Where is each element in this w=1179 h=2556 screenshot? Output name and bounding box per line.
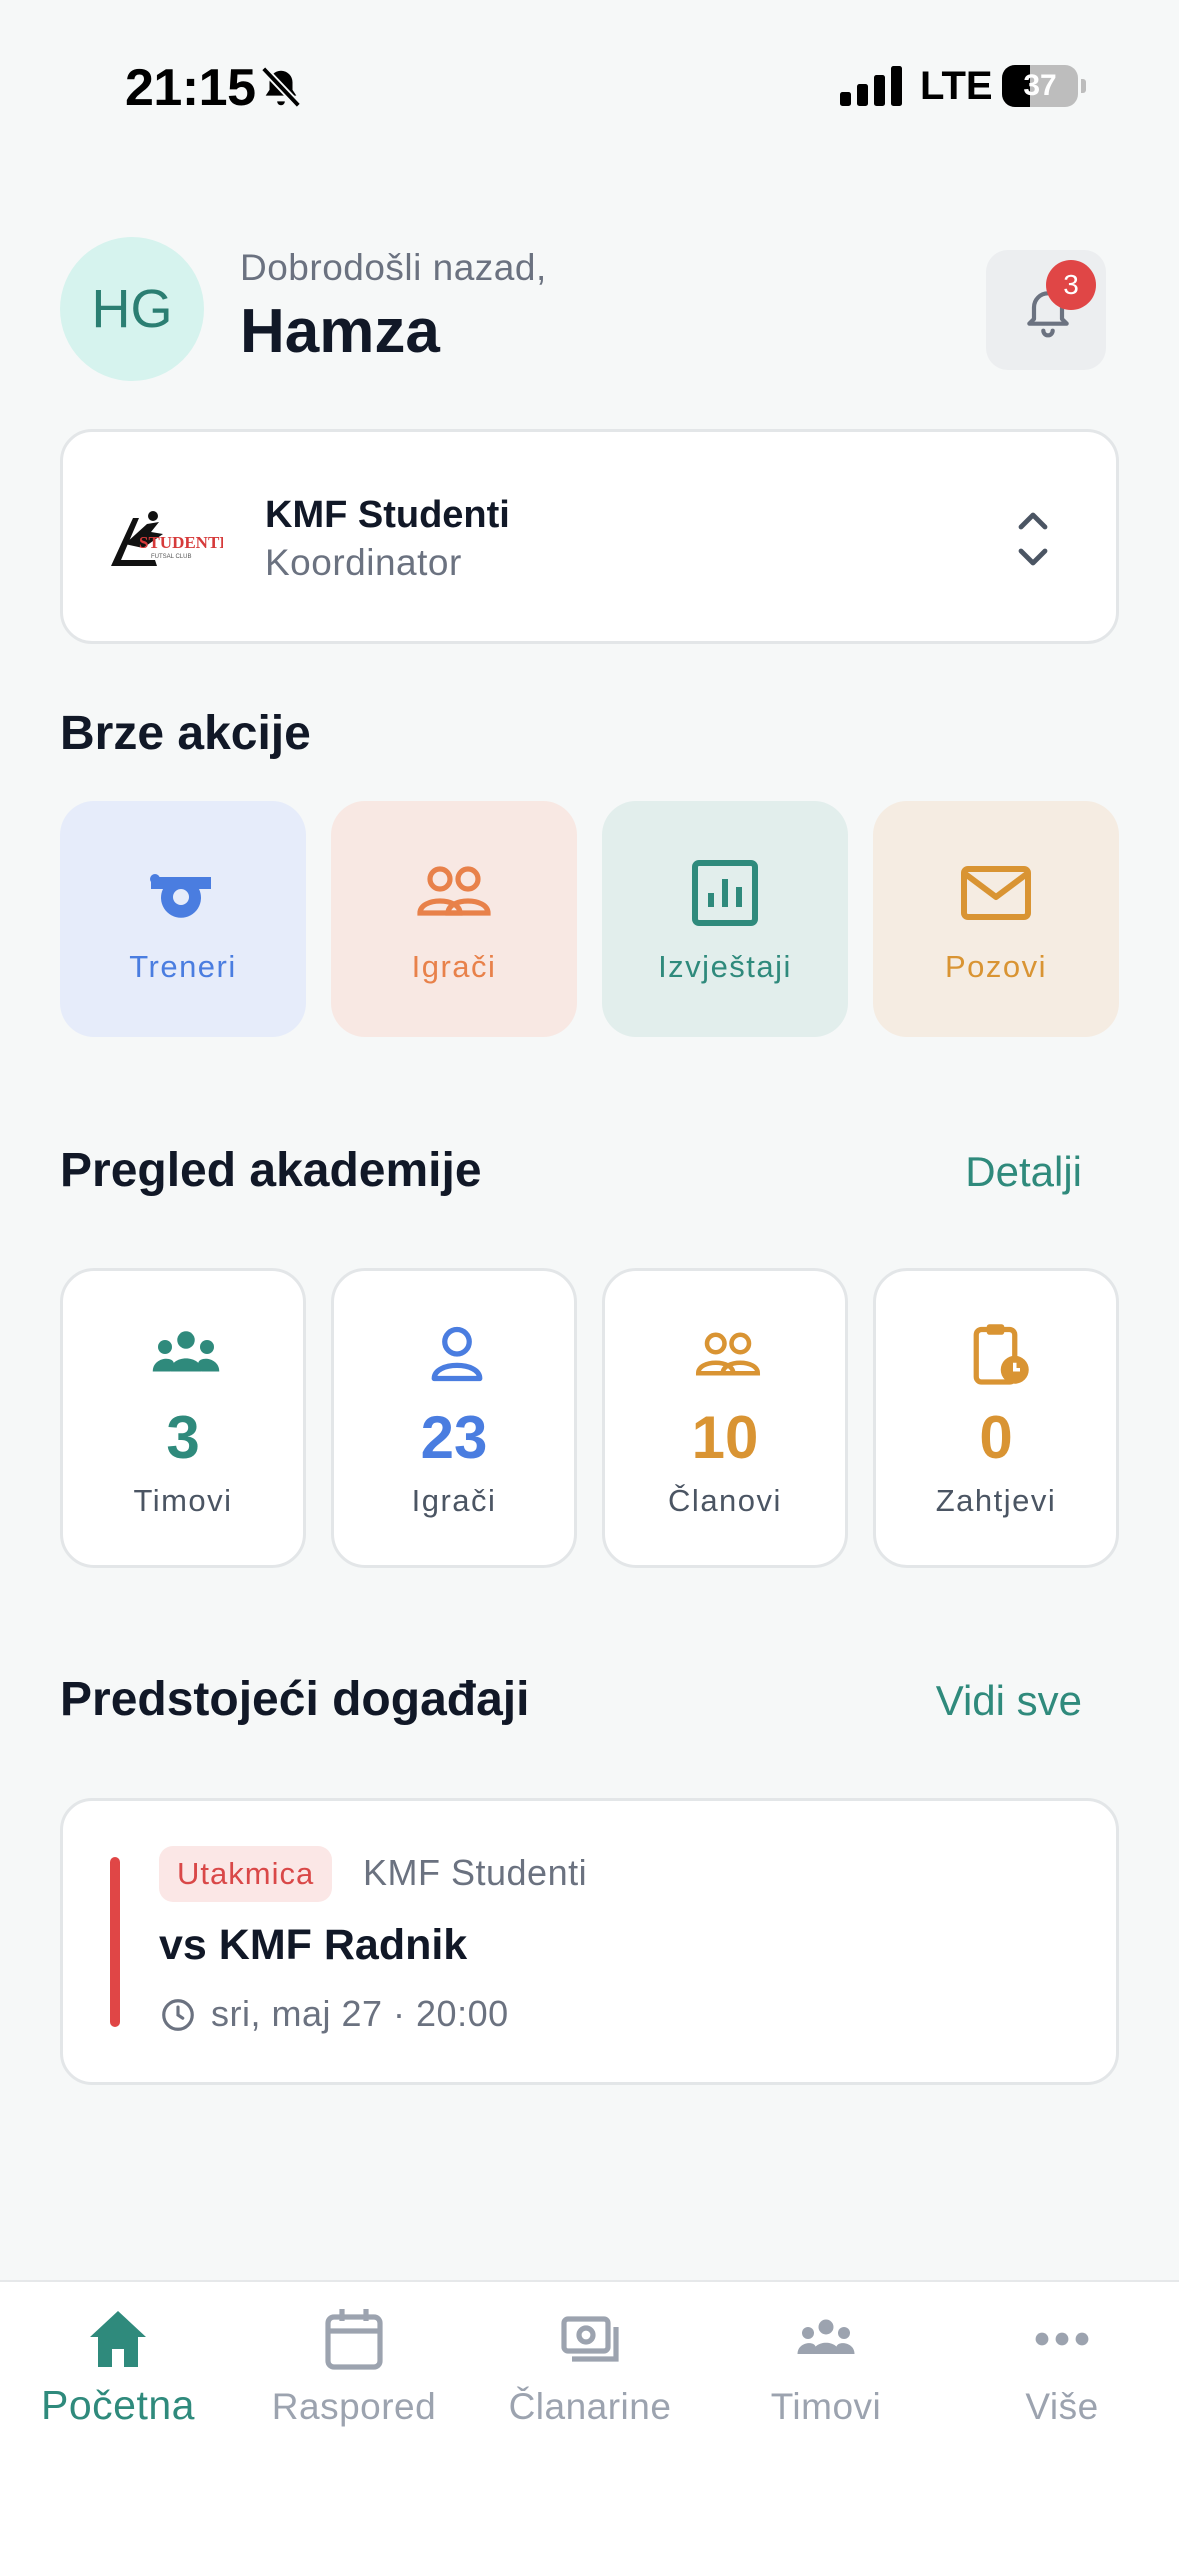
quick-action-label: Pozovi bbox=[944, 949, 1048, 984]
home-icon bbox=[90, 2311, 146, 2367]
quick-action-igraci[interactable]: Igrači bbox=[331, 801, 577, 1037]
stat-label: Članovi bbox=[668, 1483, 782, 1518]
nav-item-timovi[interactable]: Timovi bbox=[708, 2282, 944, 2462]
users-icon bbox=[417, 866, 491, 916]
network-type: LTE bbox=[920, 64, 993, 108]
stat-label: Igrači bbox=[411, 1483, 497, 1518]
quick-action-label: Treneri bbox=[129, 949, 237, 984]
status-bar: 21:15 LTE 37 bbox=[0, 0, 1179, 175]
mail-icon bbox=[961, 866, 1031, 920]
nav-item-clanarine[interactable]: Članarine bbox=[472, 2282, 708, 2462]
whistle-icon bbox=[150, 874, 211, 918]
battery-level: 37 bbox=[1023, 69, 1057, 102]
event-card[interactable]: Utakmica KMF Studenti vs KMF Radnik sri,… bbox=[60, 1798, 1119, 2085]
chevron-up-down-icon bbox=[1018, 512, 1048, 566]
battery-icon: 37 bbox=[1002, 65, 1086, 107]
clipboard-clock-icon bbox=[973, 1324, 1029, 1385]
team-icon bbox=[152, 1331, 220, 1372]
status-time: 21:15 bbox=[125, 59, 256, 117]
club-name: KMF Studenti bbox=[265, 494, 510, 536]
notification-badge: 3 bbox=[1046, 260, 1096, 310]
quick-action-pozovi[interactable]: Pozovi bbox=[873, 801, 1119, 1037]
event-title: vs KMF Radnik bbox=[159, 1921, 468, 1969]
user-icon bbox=[431, 1326, 483, 1382]
see-all-link[interactable]: Vidi sve bbox=[936, 1677, 1082, 1725]
user-name: Hamza bbox=[240, 297, 440, 366]
club-role: Koordinator bbox=[265, 542, 462, 583]
chart-icon bbox=[692, 860, 758, 926]
stat-value: 23 bbox=[420, 1404, 488, 1471]
svg-text:FUTSAL CLUB: FUTSAL CLUB bbox=[151, 554, 191, 560]
calendar-icon bbox=[325, 2309, 383, 2370]
stat-value: 10 bbox=[691, 1404, 759, 1471]
nav-label: Timovi bbox=[770, 2386, 882, 2427]
nav-label: Početna bbox=[41, 2382, 195, 2428]
overview-title: Pregled akademije bbox=[60, 1144, 482, 1197]
stat-card-zahtjevi[interactable]: 0 Zahtjevi bbox=[873, 1268, 1119, 1568]
clock-icon bbox=[162, 1999, 194, 2031]
event-time: sri, maj 27 · 20:00 bbox=[211, 1993, 509, 2034]
welcome-text: Dobrodošli nazad, bbox=[240, 247, 547, 288]
nav-label: Raspored bbox=[271, 2386, 437, 2427]
events-title: Predstojeći događaji bbox=[60, 1673, 530, 1726]
details-link[interactable]: Detalji bbox=[965, 1148, 1082, 1196]
nav-label: Više bbox=[1025, 2386, 1099, 2427]
nav-item-pocetna[interactable]: Početna bbox=[0, 2282, 236, 2462]
bottom-nav: Početna Raspored Članarine Timovi Više bbox=[0, 2280, 1179, 2556]
svg-text:STUDENTI: STUDENTI bbox=[139, 533, 223, 552]
quick-action-treneri[interactable]: Treneri bbox=[60, 801, 306, 1037]
signal-icon bbox=[840, 66, 902, 106]
event-team: KMF Studenti bbox=[363, 1852, 588, 1893]
quick-actions-title: Brze akcije bbox=[60, 707, 311, 760]
stat-card-timovi[interactable]: 3 Timovi bbox=[60, 1268, 306, 1568]
quick-action-label: Izvještaji bbox=[658, 949, 792, 984]
stat-label: Timovi bbox=[133, 1483, 233, 1518]
money-icon bbox=[561, 2316, 619, 2362]
stat-value: 0 bbox=[979, 1404, 1013, 1471]
members-icon bbox=[695, 1332, 761, 1376]
nav-item-raspored[interactable]: Raspored bbox=[236, 2282, 472, 2462]
club-selector[interactable]: STUDENTI FUTSAL CLUB KMF Studenti Koordi… bbox=[60, 429, 1119, 644]
stat-value: 3 bbox=[166, 1404, 200, 1471]
stat-card-igraci[interactable]: 23 Igrači bbox=[331, 1268, 577, 1568]
nav-item-vise[interactable]: Više bbox=[944, 2282, 1179, 2462]
avatar[interactable]: HG bbox=[60, 237, 204, 381]
stat-card-clanovi[interactable]: 10 Članovi bbox=[602, 1268, 848, 1568]
quick-action-label: Igrači bbox=[411, 949, 497, 984]
more-icon bbox=[1035, 2332, 1089, 2346]
event-type-badge: Utakmica bbox=[159, 1846, 333, 1902]
quick-action-izvjestaji[interactable]: Izvještaji bbox=[602, 801, 848, 1037]
stat-label: Zahtjevi bbox=[935, 1483, 1057, 1518]
nav-label: Članarine bbox=[508, 2386, 672, 2427]
club-logo: STUDENTI FUTSAL CLUB bbox=[111, 511, 223, 566]
bell-off-icon bbox=[260, 66, 302, 108]
team-icon bbox=[797, 2319, 855, 2354]
event-color-bar bbox=[110, 1857, 120, 2027]
